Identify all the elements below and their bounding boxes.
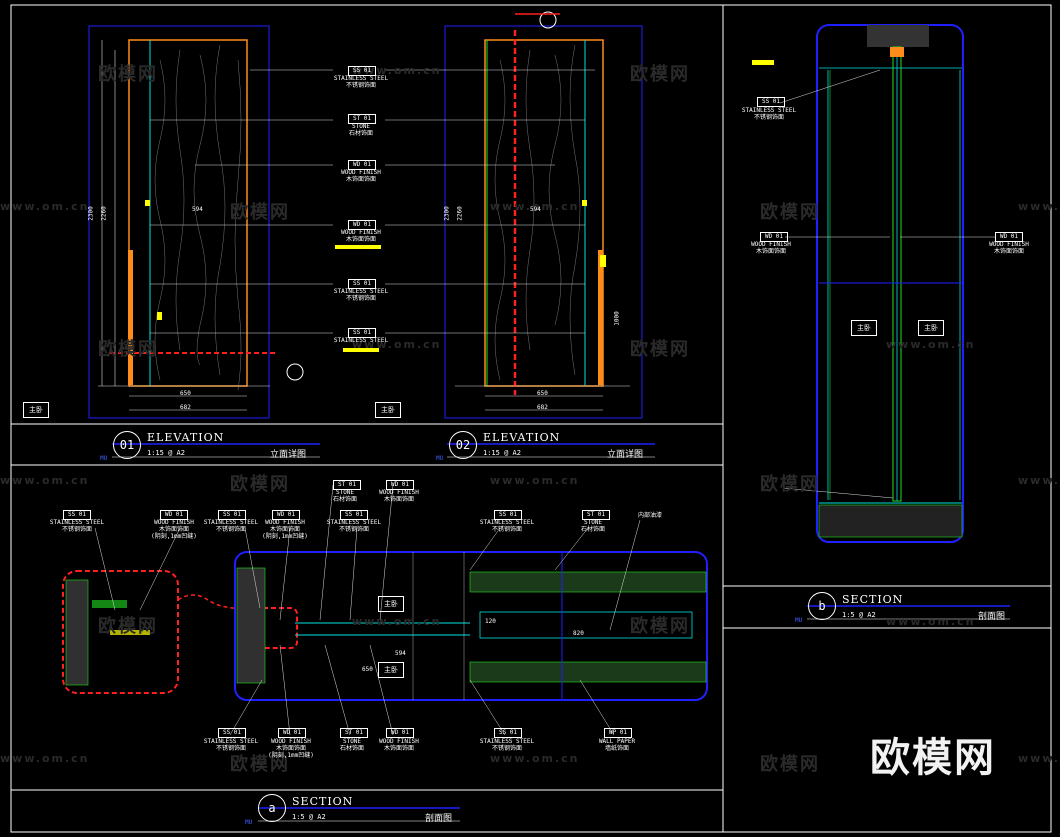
- dimension-text: 594: [530, 206, 541, 213]
- callout-wood: WOOD FINISH 木饰面饰面: [989, 241, 1029, 255]
- highlight-marker: [343, 348, 379, 352]
- dimension-text: 650: [180, 390, 191, 397]
- callout-wood: WOOD FINISH 木饰面饰面 (阴刻,1mm凹缝): [262, 519, 308, 540]
- room-tag: 主卧: [851, 320, 877, 336]
- title-cn: 立面详图: [270, 450, 307, 460]
- callout-stone: STONE 石材饰面: [348, 123, 373, 137]
- material-tag: SS 01: [218, 728, 246, 738]
- callout-stone: STONE 石材饰面: [580, 519, 605, 533]
- material-tag: WP 01: [604, 728, 632, 738]
- material-tag: ST 01: [340, 728, 368, 738]
- dimension-text: 2300: [443, 206, 451, 221]
- title-number-badge: 01: [113, 431, 141, 459]
- callout-wood: WOOD FINISH 木饰面饰面: [341, 229, 381, 243]
- elevation-01-drawing: [88, 25, 333, 419]
- callout-stone: STONE 石材饰面: [332, 489, 357, 503]
- dimension-text: 2300: [87, 206, 95, 221]
- callout-wood: WOOD FINISH 木饰面饰面: [751, 241, 791, 255]
- material-tag: SS 01: [494, 728, 522, 738]
- dimension-text: 682: [180, 404, 191, 411]
- room-tag: 主卧: [23, 402, 49, 418]
- watermark-logo: 欧模网: [870, 735, 996, 781]
- material-tag: WD 01: [386, 728, 414, 738]
- dimension-text: 2260: [100, 206, 108, 221]
- title-code: MU: [436, 455, 444, 462]
- dimension-text: 682: [537, 404, 548, 411]
- callout-stainless: STAINLESS STEEL 不锈钢饰面: [203, 738, 259, 752]
- callout-wood: WOOD FINISH 木饰面饰面: [379, 489, 419, 503]
- title-cn: 剖面图: [978, 612, 1006, 622]
- callout-wood: WOOD FINISH 木饰面饰面: [379, 738, 419, 752]
- title-scale: 1:15 @ A2: [483, 449, 521, 457]
- dimension-text: 650: [362, 666, 373, 673]
- dimension-text: 120: [485, 618, 496, 625]
- title-scale: 1:5 @ A2: [842, 611, 876, 619]
- room-tag: 主卧: [375, 402, 401, 418]
- title-name: SECTION: [292, 795, 354, 808]
- title-cn: 立面详图: [607, 450, 644, 460]
- section-b-drawing: [752, 24, 995, 543]
- highlight-marker: [335, 245, 381, 249]
- dimension-text: 2260: [456, 206, 464, 221]
- callout-stainless: STAINLESS STEEL 不锈钢饰面: [479, 519, 535, 533]
- cad-drawing-canvas: [10, 4, 1052, 833]
- callout-stainless: STAINLESS STEEL: [333, 337, 389, 344]
- title-name: ELEVATION: [147, 431, 225, 444]
- title-cn: 剖面图: [425, 814, 453, 824]
- dimension-text: 650: [537, 390, 548, 397]
- room-tag: 主卧: [378, 596, 404, 612]
- callout-stainless: STAINLESS STEEL 不锈钢饰面: [326, 519, 382, 533]
- material-tag: SS 01: [757, 97, 785, 107]
- callout-wood: WOOD FINISH 木饰面饰面: [341, 169, 381, 183]
- title-number-badge: a: [258, 794, 286, 822]
- material-tag: WD 01: [278, 728, 306, 738]
- dimension-text: 594: [192, 206, 203, 213]
- dimension-text: 594: [395, 650, 406, 657]
- callout-wood: WOOD FINISH 木饰面饰面 (阴刻,1mm凹缝): [268, 738, 314, 759]
- title-name: SECTION: [842, 593, 904, 606]
- dimension-text: 820: [573, 630, 584, 637]
- callout-stainless: STAINLESS STEEL 不锈钢饰面: [49, 519, 105, 533]
- title-scale: 1:15 @ A2: [147, 449, 185, 457]
- dimension-text: 1000: [613, 311, 621, 326]
- callout-stainless: STAINLESS STEEL 不锈钢饰面: [333, 75, 389, 89]
- callout-inner-paint: 内部油漆: [637, 512, 662, 519]
- callout-stainless: STAINLESS STEEL 不锈钢饰面: [479, 738, 535, 752]
- callout-stainless: STAINLESS STEEL 不锈钢饰面: [333, 288, 389, 302]
- title-code: MU: [795, 617, 803, 624]
- title-code: MU: [100, 455, 108, 462]
- room-tag: 主卧: [378, 662, 404, 678]
- title-number-badge: b: [808, 592, 836, 620]
- title-number-badge: 02: [449, 431, 477, 459]
- callout-wallpaper: WALL PAPER 墙纸饰面: [598, 738, 636, 752]
- callout-stainless: STAINLESS STEEL 不锈钢饰面: [203, 519, 259, 533]
- room-tag: 主卧: [918, 320, 944, 336]
- title-scale: 1:5 @ A2: [292, 813, 326, 821]
- callout-stainless: STAINLESS STEEL 不锈钢饰面: [741, 107, 797, 121]
- title-code: MU: [245, 819, 253, 826]
- callout-wood: WOOD FINISH 木饰面饰面 (阴刻,1mm凹缝): [151, 519, 197, 540]
- elevation-02-drawing: [385, 11, 643, 419]
- title-name: ELEVATION: [483, 431, 561, 444]
